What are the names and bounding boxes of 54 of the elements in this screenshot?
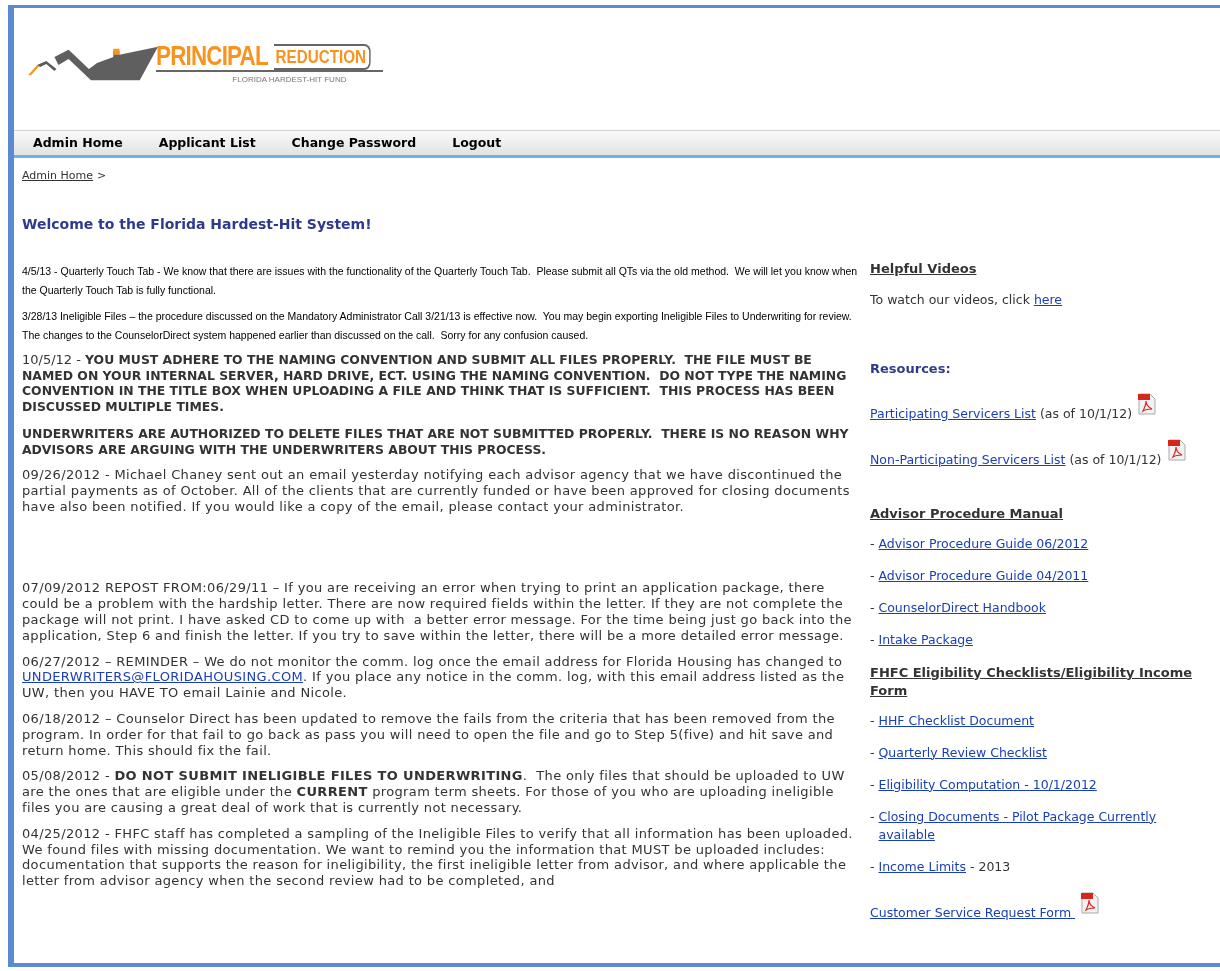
section-heading: Resources: [870, 360, 952, 378]
bullet-dash: - [870, 775, 876, 794]
document-link[interactable]: CounselorDirect Handbook [878, 598, 1046, 617]
pdf-icon[interactable] [1138, 392, 1157, 415]
email-link[interactable]: UNDERWRITERS@FLORIDAHOUSING.COM [22, 669, 304, 685]
notice-text: 09/26/2012 - Michael Chaney sent out an email yesterday notifying each advisor agency that we have discontinued the partial payments as of October. All of the clients that are currently funded or have been approved for closing documents have also been notified. If you would like a copy of the email, please contact your administrator. [22, 467, 851, 515]
welcome-heading: Welcome to the Florida Hardest-Hit System! [22, 216, 372, 232]
nav-link[interactable]: Applicant List [158, 133, 256, 153]
bullet-dash: - [870, 566, 876, 585]
document-link[interactable]: Eligibility Computation - 10/1/2012 [878, 775, 1097, 794]
notice-text: 06/18/2012 – Counselor Direct has been updated to remove the fails from the criteria that has been removed from the program. In order for that fail to go back as pass you will need to open the file and go to Step 5(five) and hit save and return home. This should fix the fail. [22, 710, 836, 759]
pdf-icon[interactable] [1167, 438, 1186, 461]
notice-text: 10/5/12 - YOU MUST ADHERE TO THE NAMING CONVENTION AND SUBMIT ALL FILES PROPERLY. THE FILE MUST BE NAMED ON YOUR INTERNAL SERVER, HARD DRIVE, ECT. USING THE NAMING CONVENTION. DO NOT TYPE THE NAMING CONVENTION IN THE TITLE BOX WHEN UPLOADING A FILE AND THINK THAT IS SUFFICIENT. THIS PROCESS HAS BEEN DISCUSSED MULTIPLE TIMES. [22, 352, 848, 414]
notice-text: 07/09/2012 REPOST FROM:06/29/11 – If you are receiving an error when trying to print an application package, there could be a problem with the hardship letter. There are now required fields within the letter. If they are not complete the package will not print. I have asked CD to come up with a better error message. For the time being just go back into the application, Step 6 and finish the letter. If you try to save within the letter, there will be a more detailed error message. [22, 580, 853, 644]
document-link[interactable]: Non-Participating Servicers List [870, 450, 1066, 469]
document-link[interactable]: Advisor Procedure Guide 06/2012 [878, 534, 1089, 553]
document-link[interactable]: Customer Service Request Form [870, 903, 1076, 922]
bullet-dash: - [870, 743, 876, 762]
document-link[interactable]: Advisor Procedure Guide 04/2011 [878, 566, 1089, 585]
breadcrumb-separator: > [97, 169, 107, 182]
notice-text: 3/28/13 Ineligible Files – the procedure discussed on the Mandatory Administrator Call 3/21/13 is effective now. You may begin exporting Ineligible Files to Underwriting for review. The changes to the CounselorDirect system happened earlier than discussed on the call. Sorry for any confusion caused. [22, 309, 853, 343]
notice-text: 4/5/13 - Quarterly Touch Tab - We know that there are issues with the functionality of the Quarterly Touch Tab. Please submit all QTs via the old method. We will let you know when the Quarterly Touch Tab is fully functional. [22, 264, 859, 298]
document-link[interactable]: Participating Servicers List [870, 404, 1036, 423]
bullet-dash: - [870, 711, 876, 730]
document-link[interactable]: Closing Documents - Pilot Package Currently available [878, 807, 1214, 844]
nav-link[interactable]: Logout [452, 133, 502, 153]
document-link[interactable]: Quarterly Review Checklist [878, 743, 1047, 762]
bullet-dash: - [870, 598, 876, 617]
logo-tagline: FLORIDA HARDEST-HIT FUND [232, 74, 347, 86]
bullet-dash: - [870, 630, 876, 649]
date-note: (as of 10/1/12) [1068, 450, 1162, 469]
bullet-dash: - [870, 534, 876, 553]
document-link[interactable]: Income Limits [878, 857, 966, 876]
bullet-dash: - [870, 807, 876, 826]
date-note: (as of 10/1/12) [1038, 404, 1133, 423]
pdf-icon[interactable] [1081, 891, 1100, 914]
videos-text: To watch our videos, click [870, 291, 1031, 309]
notice-text: 05/08/2012 - DO NOT SUBMIT INELIGIBLE FILES TO UNDERWRITING. The only files that should be uploaded to UW are the ones that are eligible under the CURRENT program term sheets. For those of you who are uploading ineligible files you are causing a great deal of work that is currently not necessary. [22, 768, 846, 816]
document-link[interactable]: Intake Package [878, 630, 973, 649]
logo-subtitle: REDUCTION [273, 44, 371, 70]
videos-link[interactable]: here [1033, 290, 1063, 310]
nav-link[interactable]: Admin Home [33, 133, 123, 153]
bullet-dash: - [870, 857, 876, 876]
section-heading: FHFC Eligibility Checklists/Eligibility Income Form [870, 663, 1193, 700]
section-heading: Helpful Videos [870, 260, 978, 278]
year-note: - 2013 [968, 857, 1011, 876]
nav-link[interactable]: Change Password [291, 133, 417, 153]
notice-text: 04/25/2012 - FHFC staff has completed a sampling of the Ineligible Files to verify that all information has been uploaded. We found files with missing documentation. We want to remind you the information that MUST be uploaded includes: documentation that supports the reason for ineligibility, the first ineligible letter from advisor, and where applicable the letter from advisor agency when the second review had to be completed, and [22, 825, 854, 889]
document-link[interactable]: HHF Checklist Document [878, 711, 1034, 730]
breadcrumb-link[interactable]: Admin Home [22, 169, 94, 182]
logo-title: PRINCIPAL [156, 42, 268, 70]
notice-text: UNDERWRITERS ARE AUTHORIZED TO DELETE FILES THAT ARE NOT SUBMITTED PROPERLY. THERE IS NO REASON WHY ADVISORS ARE ARGUING WITH THE UNDERWRITERS ABOUT THIS PROCESS. [22, 426, 850, 457]
notice-text: 06/27/2012 – REMINDER – We do not monitor the comm. log once the email address for Florida Housing has changed to UNDERWRITERS@FLORIDAHOUSING.COM. If you place any notice in the comm. log, with this email address listed as the UW, then you HAVE TO email Lainie and Nicole. [22, 653, 846, 701]
section-heading: Advisor Procedure Manual [870, 504, 1065, 523]
